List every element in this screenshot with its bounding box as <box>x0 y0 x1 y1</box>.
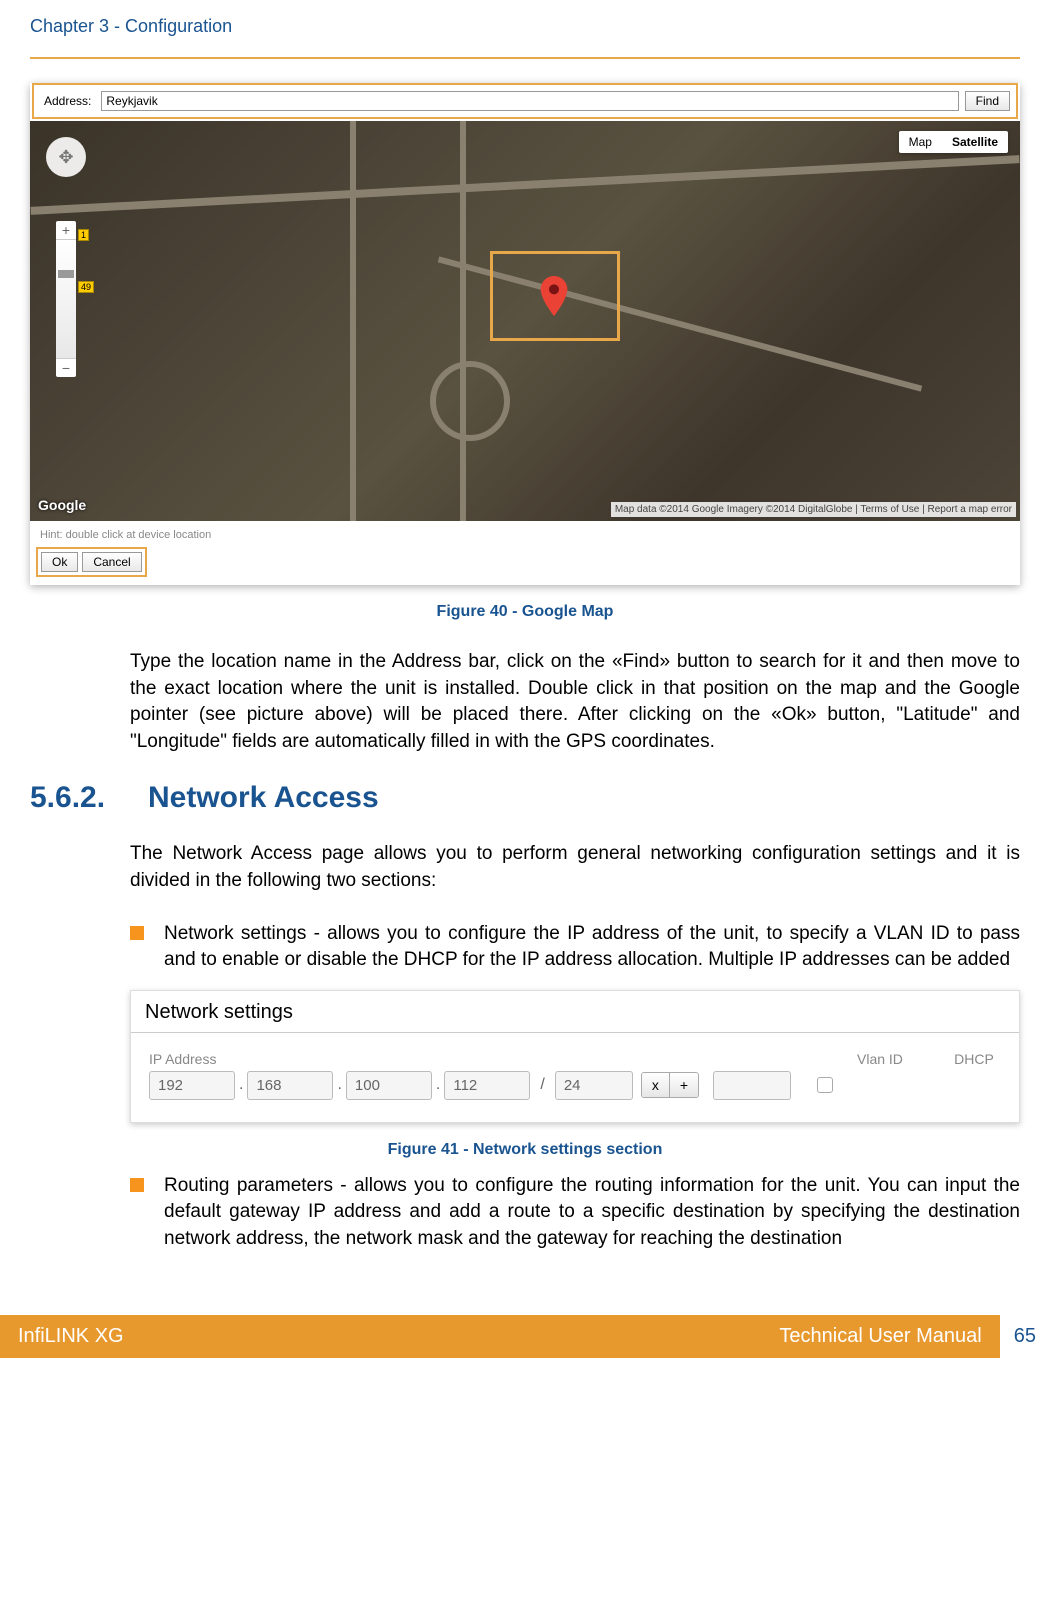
road-marker: 49 <box>78 281 94 293</box>
ip-octet-3[interactable] <box>346 1071 432 1100</box>
map-roundabout <box>430 361 510 441</box>
zoom-in-icon[interactable]: + <box>56 221 76 239</box>
map-type-toggle[interactable]: Map Satellite <box>899 131 1008 153</box>
bullet-item: Routing parameters - allows you to confi… <box>130 1173 1020 1253</box>
address-label: Address: <box>40 92 95 110</box>
pan-control[interactable]: ✥ <box>46 137 86 177</box>
map-type-satellite[interactable]: Satellite <box>942 131 1008 153</box>
ip-mask[interactable] <box>555 1071 633 1100</box>
footer-product: InfiLINK XG <box>18 1325 124 1348</box>
section-title: Network Access <box>148 781 379 815</box>
figure-caption: Figure 40 - Google Map <box>30 603 1020 621</box>
header-divider <box>30 57 1020 59</box>
map-canvas[interactable]: Map Satellite ✥ + − 1 49 Google Map data… <box>30 121 1020 521</box>
bullet-item: Network settings - allows you to configu… <box>130 921 1020 974</box>
ip-row: . . . / x + <box>149 1071 1001 1100</box>
section-heading: 5.6.2. Network Access <box>30 781 1020 815</box>
map-type-map[interactable]: Map <box>899 131 942 153</box>
bullet-icon <box>130 926 144 940</box>
page-number: 65 <box>1000 1315 1050 1358</box>
label-dhcp: DHCP <box>947 1051 1001 1067</box>
zoom-out-icon[interactable]: − <box>56 359 76 377</box>
vlan-id-input[interactable] <box>713 1071 791 1100</box>
bullet-text: Network settings - allows you to configu… <box>164 921 1020 974</box>
label-vlan-id: Vlan ID <box>857 1051 947 1067</box>
dot-separator: . <box>337 1076 341 1094</box>
road-marker: 1 <box>78 229 89 241</box>
map-road <box>460 121 466 521</box>
slash-separator: / <box>540 1076 544 1094</box>
zoom-slider[interactable] <box>56 239 76 359</box>
bullet-text: Routing parameters - allows you to confi… <box>164 1173 1020 1253</box>
dhcp-checkbox[interactable] <box>817 1077 833 1093</box>
dot-separator: . <box>436 1076 440 1094</box>
map-hint: Hint: double click at device location <box>30 521 1020 547</box>
ip-octet-4[interactable] <box>444 1071 530 1100</box>
map-attribution: Map data ©2014 Google Imagery ©2014 Digi… <box>611 502 1016 517</box>
figure-network-settings: Network settings IP Address Vlan ID DHCP… <box>130 990 1020 1123</box>
figure-caption: Figure 41 - Network settings section <box>30 1141 1020 1159</box>
add-ip-button[interactable]: + <box>670 1073 698 1097</box>
remove-ip-button[interactable]: x <box>642 1073 670 1097</box>
address-input[interactable] <box>101 91 958 111</box>
body-paragraph: The Network Access page allows you to pe… <box>130 841 1020 894</box>
figure-map: Address: Find Map Satellite ✥ + − 1 49 <box>30 83 1020 585</box>
network-settings-title: Network settings <box>131 991 1019 1033</box>
map-road <box>30 155 1019 215</box>
footer-manual: Technical User Manual <box>779 1325 981 1348</box>
address-bar: Address: Find <box>32 83 1018 119</box>
google-logo: Google <box>38 497 86 513</box>
find-button[interactable]: Find <box>965 91 1010 111</box>
add-remove-group: x + <box>641 1072 699 1098</box>
ip-octet-1[interactable] <box>149 1071 235 1100</box>
body-paragraph: Type the location name in the Address ba… <box>130 649 1020 755</box>
chapter-header: Chapter 3 - Configuration <box>0 0 1050 45</box>
map-pin-icon[interactable] <box>540 276 568 321</box>
page-footer: InfiLINK XG Technical User Manual 65 <box>0 1315 1050 1358</box>
section-number: 5.6.2. <box>30 781 124 815</box>
ok-button[interactable]: Ok <box>41 552 78 572</box>
label-ip-address: IP Address <box>149 1051 857 1067</box>
ok-cancel-group: Ok Cancel <box>36 547 147 577</box>
dot-separator: . <box>239 1076 243 1094</box>
zoom-control[interactable]: + − <box>56 221 76 377</box>
map-road <box>350 121 356 521</box>
ip-octet-2[interactable] <box>247 1071 333 1100</box>
bullet-icon <box>130 1178 144 1192</box>
cancel-button[interactable]: Cancel <box>82 552 141 572</box>
